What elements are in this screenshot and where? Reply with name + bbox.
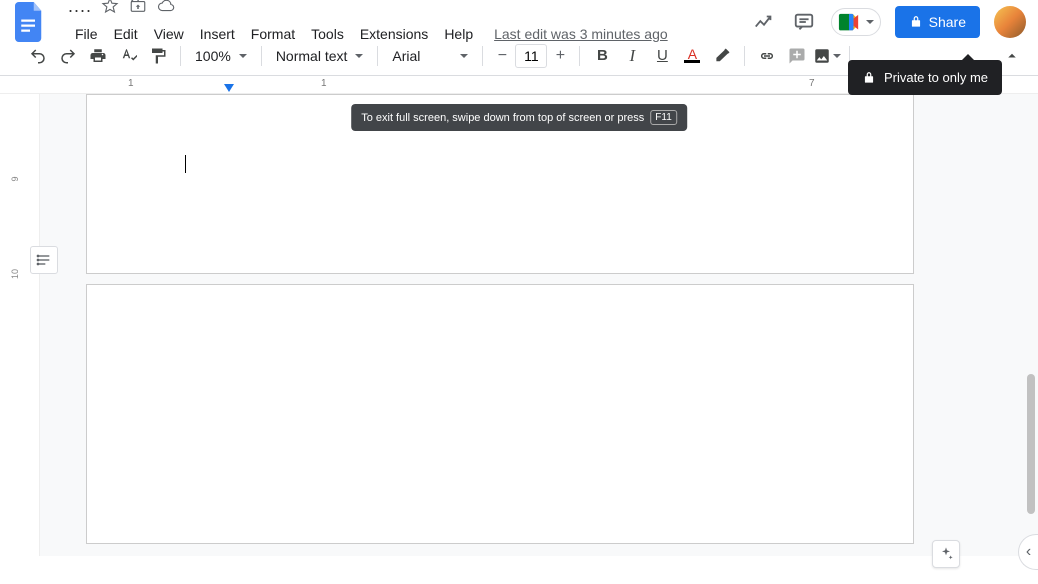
bold-button[interactable]: B [588,42,616,70]
ruler-tick: 1 [128,78,134,89]
page[interactable] [86,284,914,544]
font-size-increase[interactable]: + [549,45,571,67]
menu-help[interactable]: Help [437,22,480,46]
document-title[interactable]: .... [68,0,92,17]
share-button[interactable]: Share [895,6,980,38]
print-icon[interactable] [84,42,112,70]
docs-logo[interactable] [12,4,48,40]
document-canvas[interactable] [40,94,1038,556]
move-to-drive-icon[interactable] [128,0,148,16]
comments-icon[interactable] [791,9,817,35]
undo-icon[interactable] [24,42,52,70]
font-dropdown[interactable]: Arial [386,44,474,68]
separator [261,46,262,66]
star-icon[interactable] [100,0,120,16]
menu-extensions[interactable]: Extensions [353,22,435,46]
lock-icon [862,71,876,85]
fullscreen-hint-key: F11 [650,110,677,125]
highlight-button[interactable] [708,42,736,70]
text-cursor [185,155,186,173]
account-avatar[interactable] [994,6,1026,38]
ruler-tick: 7 [809,78,815,89]
insert-link-icon[interactable] [753,42,781,70]
explore-button[interactable] [932,540,960,568]
text-color-button[interactable]: A [678,42,706,70]
fullscreen-hint-text: To exit full screen, swipe down from top… [361,112,644,124]
share-tooltip-text: Private to only me [884,70,988,85]
font-size-decrease[interactable]: − [491,45,513,67]
separator [579,46,580,66]
style-dropdown[interactable]: Normal text [270,44,370,68]
scrollbar-vertical[interactable] [1027,374,1035,514]
share-label: Share [929,14,966,30]
ruler-vertical[interactable]: 9 10 [0,94,40,556]
menu-tools[interactable]: Tools [304,22,351,46]
ruler-v-tick: 9 [10,169,20,189]
separator [482,46,483,66]
separator [180,46,181,66]
redo-icon[interactable] [54,42,82,70]
separator [377,46,378,66]
ruler-v-tick: 10 [10,264,20,284]
meet-icon [838,13,860,31]
outline-toggle[interactable] [30,246,58,274]
analytics-icon[interactable] [751,9,777,35]
menu-insert[interactable]: Insert [193,22,242,46]
font-size-input[interactable] [515,44,547,68]
separator [744,46,745,66]
ruler-tick: 1 [321,78,327,89]
chevron-left-icon: ‹ [1026,543,1031,561]
indent-left-marker[interactable] [224,84,234,92]
zoom-dropdown[interactable]: 100% [189,44,253,68]
italic-button[interactable]: I [618,42,646,70]
fullscreen-hint: To exit full screen, swipe down from top… [351,104,687,131]
spellcheck-icon[interactable] [114,42,142,70]
cloud-status-icon[interactable] [156,0,176,16]
underline-button[interactable]: U [648,42,676,70]
last-edit-link[interactable]: Last edit was 3 minutes ago [494,26,668,42]
chevron-down-icon [866,20,874,24]
add-comment-icon[interactable] [783,42,811,70]
menu-format[interactable]: Format [244,22,302,46]
insert-image-icon[interactable] [813,42,841,70]
meet-button[interactable] [831,8,881,36]
collapse-toolbar-icon[interactable] [998,42,1026,70]
paint-format-icon[interactable] [144,42,172,70]
share-tooltip: Private to only me [848,60,1002,95]
